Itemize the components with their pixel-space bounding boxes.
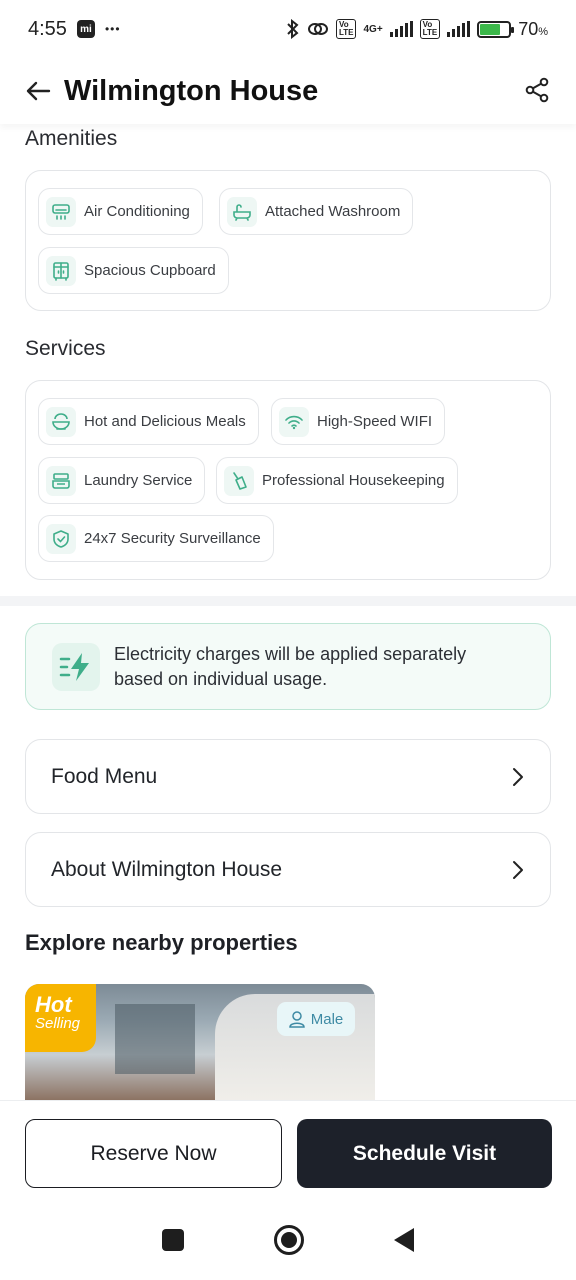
amenity-spacious-cupboard: Spacious Cupboard	[38, 247, 229, 294]
electricity-icon	[52, 642, 100, 691]
service-security: 24x7 Security Surveillance	[38, 515, 274, 562]
notice-line-1: Electricity charges will be applied sepa…	[114, 643, 467, 664]
amenity-label: Air Conditioning	[84, 203, 190, 220]
notice-line-2: based on individual usage.	[114, 668, 328, 689]
battery-fill	[480, 23, 500, 35]
network-type: 4G+	[363, 23, 383, 35]
service-laundry: Laundry Service	[38, 457, 206, 504]
food-menu-label: Food Menu	[51, 764, 158, 788]
chevron-right-icon	[513, 767, 523, 786]
service-wifi: High-Speed WIFI	[271, 398, 446, 445]
bathtub-icon	[227, 196, 257, 227]
home-dot	[281, 1232, 297, 1248]
more-notifications-icon: •••	[104, 22, 121, 36]
status-bar: 4:55 mi ••• Vo LTE 4G+ Vo LTE 70%	[0, 0, 576, 58]
volte-icon-2: Vo LTE	[419, 19, 441, 39]
status-left: 4:55 mi •••	[28, 18, 121, 41]
back-nav-button[interactable]	[394, 1228, 414, 1252]
arrow-left-icon	[26, 81, 51, 101]
service-label: Hot and Delicious Meals	[84, 413, 246, 430]
nearby-property-card[interactable]: Hot Selling Male	[25, 984, 375, 1102]
laundry-icon	[46, 465, 76, 496]
wifi-icon	[279, 406, 309, 437]
signal-icon	[389, 21, 413, 37]
notice-text: Electricity charges will be applied sepa…	[114, 642, 466, 692]
amenities-card: Air Conditioning Attached Washroom Spaci…	[25, 170, 551, 311]
status-right: Vo LTE 4G+ Vo LTE 70%	[286, 19, 548, 40]
volte-icon: Vo LTE	[335, 19, 357, 39]
hot-selling-badge: Hot Selling	[25, 984, 96, 1052]
broom-icon	[224, 465, 254, 496]
back-button[interactable]	[24, 77, 52, 105]
gender-tag: Male	[277, 1002, 355, 1036]
mi-app-icon: mi	[76, 20, 95, 38]
about-property-label: About Wilmington House	[51, 857, 283, 881]
gender-label: Male	[310, 1010, 344, 1028]
food-menu-link[interactable]: Food Menu	[25, 739, 551, 814]
status-time: 4:55	[28, 17, 67, 40]
schedule-visit-button[interactable]: Schedule Visit	[297, 1119, 552, 1188]
bluetooth-icon	[287, 19, 299, 39]
battery-icon	[477, 20, 515, 38]
service-label: Laundry Service	[84, 472, 193, 489]
home-button[interactable]	[274, 1225, 304, 1255]
meal-bowl-icon	[46, 406, 76, 437]
electricity-notice: Electricity charges will be applied sepa…	[25, 623, 551, 710]
signal-icon-2	[447, 21, 471, 37]
amenities-title: Amenities	[25, 127, 118, 150]
share-button[interactable]	[524, 77, 552, 105]
shield-icon	[46, 523, 76, 554]
chevron-right-icon	[513, 860, 523, 879]
amenity-label: Spacious Cupboard	[84, 262, 216, 279]
battery-percent-value: 70	[518, 18, 539, 39]
page-title: Wilmington House	[64, 74, 319, 107]
app-header: Wilmington House	[0, 58, 576, 124]
badge-line-2: Selling	[35, 1015, 81, 1032]
air-conditioner-icon	[46, 196, 76, 227]
about-property-link[interactable]: About Wilmington House	[25, 832, 551, 907]
service-label: 24x7 Security Surveillance	[84, 530, 261, 547]
battery-percent: 70%	[518, 19, 548, 40]
service-label: High-Speed WIFI	[317, 413, 433, 430]
link-icon	[307, 23, 328, 35]
person-icon	[288, 1011, 305, 1028]
recents-button[interactable]	[162, 1229, 184, 1251]
badge-line-1: Hot	[35, 992, 72, 1017]
system-nav-bar	[0, 1200, 576, 1280]
services-card: Hot and Delicious Meals High-Speed WIFI …	[25, 380, 551, 580]
amenity-attached-washroom: Attached Washroom	[219, 188, 414, 235]
service-label: Professional Housekeeping	[262, 472, 445, 489]
share-icon	[525, 77, 549, 103]
battery-percent-unit: %	[538, 25, 548, 38]
nearby-title: Explore nearby properties	[25, 930, 298, 955]
reserve-now-button[interactable]: Reserve Now	[25, 1119, 282, 1188]
service-meals: Hot and Delicious Meals	[38, 398, 259, 445]
service-housekeeping: Professional Housekeeping	[216, 457, 458, 504]
bottom-action-bar: Reserve Now Schedule Visit	[0, 1100, 576, 1200]
amenity-label: Attached Washroom	[265, 203, 401, 220]
property-image-window	[115, 1004, 195, 1074]
amenity-air-conditioning: Air Conditioning	[38, 188, 203, 235]
cupboard-icon	[46, 255, 76, 286]
section-divider	[0, 596, 576, 606]
services-title: Services	[25, 337, 106, 360]
